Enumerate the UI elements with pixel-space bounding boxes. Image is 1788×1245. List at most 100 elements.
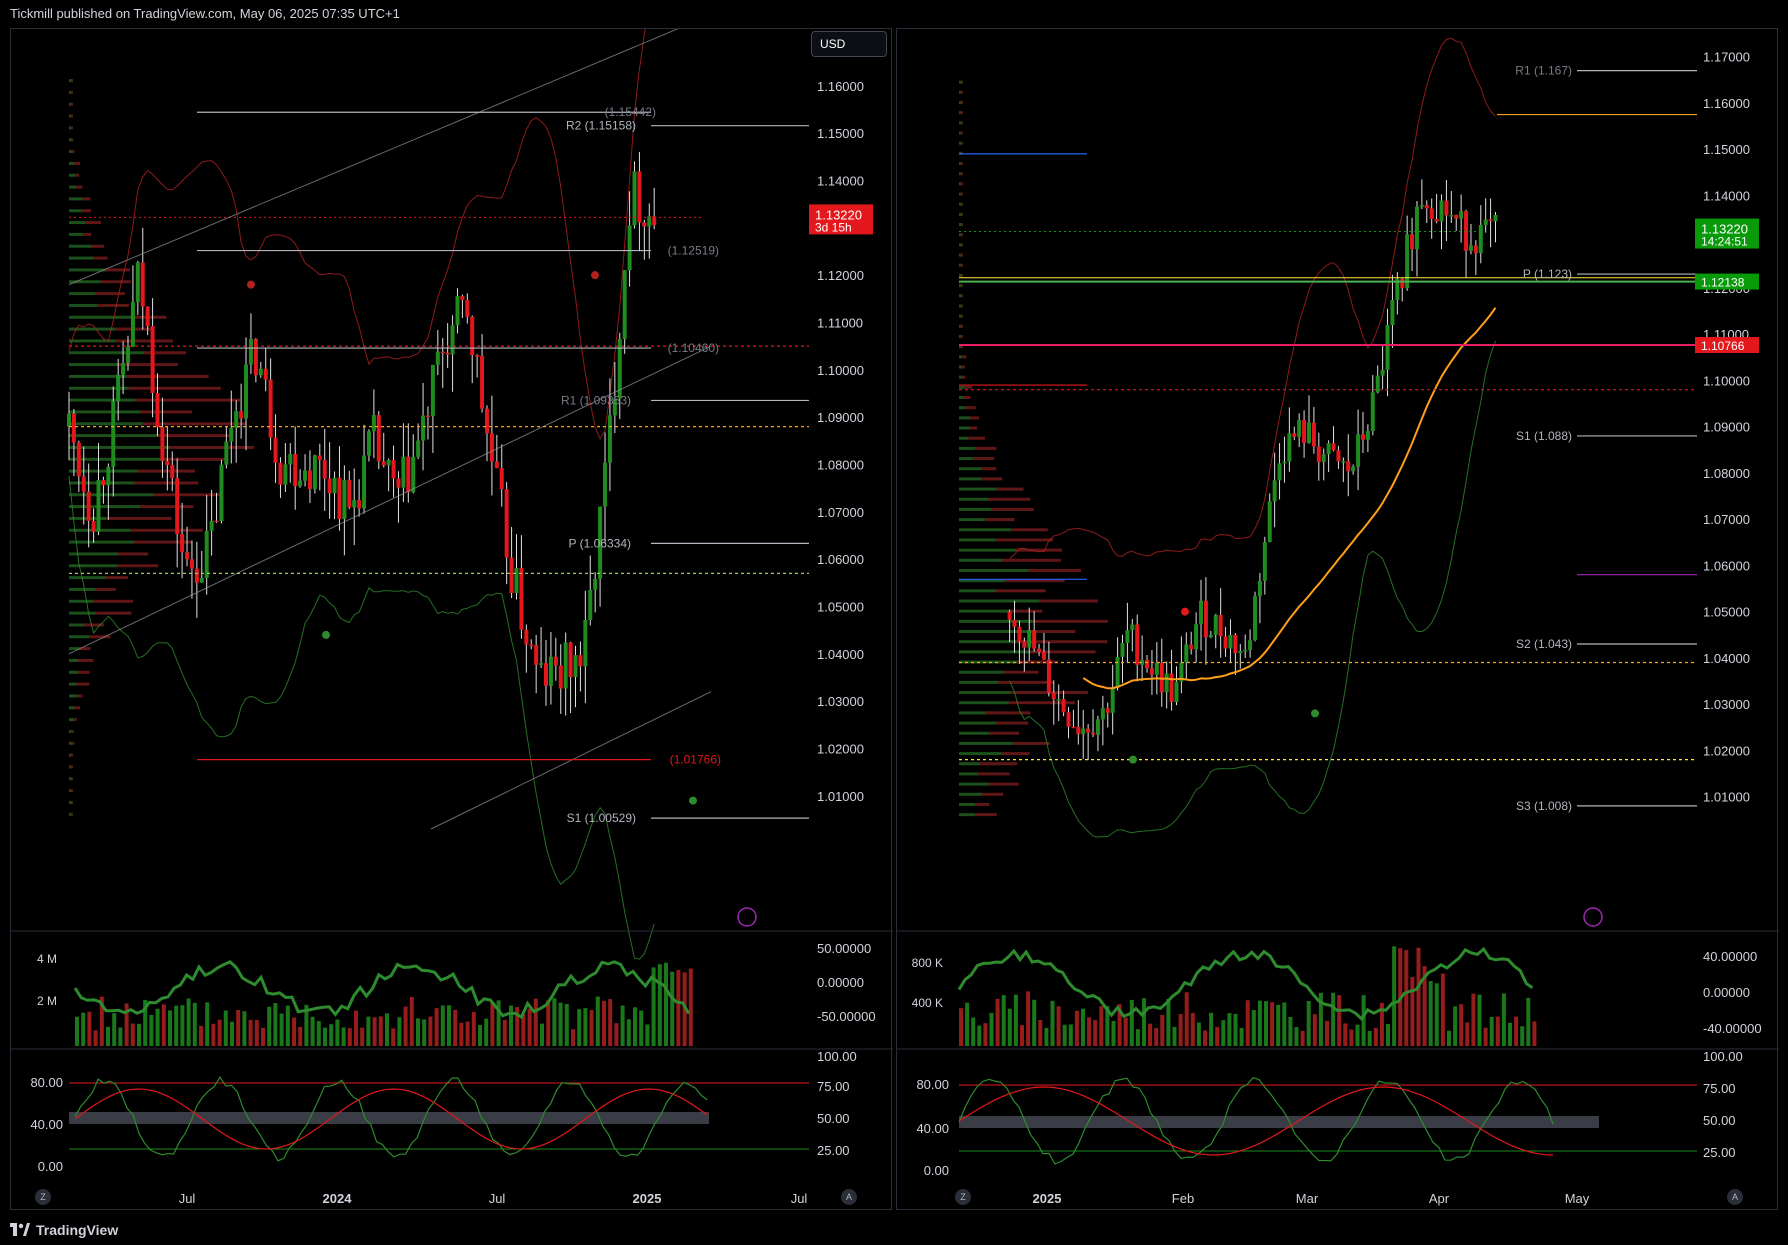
zoom-button[interactable]: Z bbox=[35, 1189, 51, 1205]
candle-body bbox=[293, 453, 298, 487]
candle-body bbox=[214, 520, 219, 523]
volume-profile-bar bbox=[69, 422, 143, 426]
price-tick-label: 1.04000 bbox=[1703, 651, 1750, 666]
candle-body bbox=[273, 437, 278, 463]
time-tick-label: Jul bbox=[489, 1191, 506, 1206]
volume-profile-bar bbox=[75, 173, 80, 177]
volume-bar bbox=[1312, 1014, 1317, 1046]
volume-profile-bar bbox=[959, 792, 982, 796]
candle-body bbox=[1419, 205, 1424, 207]
volume-bar bbox=[589, 1010, 594, 1046]
upper-band-line bbox=[1009, 37, 1496, 560]
volume-profile-bar bbox=[70, 90, 73, 94]
volume-bar bbox=[1074, 1010, 1079, 1046]
candle-body bbox=[1194, 624, 1199, 650]
volume-profile-bar bbox=[960, 263, 963, 267]
volume-bar bbox=[81, 1012, 86, 1046]
candle-body bbox=[1390, 299, 1395, 326]
right-chart-panel[interactable]: 1.170001.160001.150001.140001.130001.120… bbox=[896, 28, 1779, 1211]
level-label: R1 (1.167) bbox=[1515, 64, 1572, 78]
volume-profile-bar bbox=[959, 162, 961, 166]
volume-profile-bar bbox=[1039, 599, 1098, 603]
candle-body bbox=[386, 459, 391, 466]
volume-profile-bar bbox=[69, 351, 144, 355]
volume-profile-bar bbox=[961, 212, 963, 216]
candle-body bbox=[96, 479, 101, 532]
volume-profile-bar bbox=[69, 90, 71, 94]
candle-body bbox=[1478, 224, 1483, 254]
volume-profile-bar bbox=[998, 680, 1054, 684]
candle-body bbox=[135, 262, 140, 303]
volume-bar bbox=[571, 1029, 575, 1046]
candle-body bbox=[499, 468, 504, 490]
right-chart-canvas[interactable]: 1.170001.160001.150001.140001.130001.120… bbox=[897, 29, 1779, 1211]
tradingview-logo[interactable]: TradingView bbox=[10, 1215, 118, 1245]
price-tick-label: 1.05000 bbox=[1703, 605, 1750, 620]
volume-bar bbox=[366, 1016, 371, 1046]
left-chart-canvas[interactable]: 1.160001.150001.140001.130001.120001.110… bbox=[11, 29, 893, 1211]
volume-bar bbox=[1367, 1030, 1372, 1046]
volume-profile-bar bbox=[959, 80, 962, 84]
neutral-band bbox=[69, 1112, 709, 1124]
volume-profile-bar bbox=[960, 253, 963, 257]
volume-profile-bar bbox=[85, 221, 102, 225]
volume-bar bbox=[354, 1010, 358, 1046]
volume-bar bbox=[261, 1027, 265, 1046]
candle-body bbox=[303, 470, 308, 481]
price-tick-label: 1.02000 bbox=[817, 742, 864, 757]
volume-profile-bar bbox=[169, 445, 254, 449]
volume-bar bbox=[385, 1013, 389, 1046]
volume-profile-bar bbox=[73, 161, 80, 165]
price-tick-label: 1.04000 bbox=[817, 647, 864, 662]
volume-bar bbox=[676, 969, 681, 1046]
candle-body bbox=[1051, 692, 1056, 700]
volume-profile-bar bbox=[69, 161, 74, 165]
volume-bar bbox=[1215, 1026, 1220, 1046]
volume-profile-bar bbox=[959, 365, 962, 369]
volume-profile-bar bbox=[69, 552, 118, 556]
candle-body bbox=[268, 379, 273, 438]
volume-bar bbox=[205, 1002, 210, 1046]
volume-bar bbox=[1404, 950, 1409, 1046]
candle-body bbox=[593, 578, 598, 590]
volume-profile-bar bbox=[69, 102, 71, 106]
volume-profile-bar bbox=[78, 670, 90, 674]
volume-profile-bar bbox=[95, 292, 125, 296]
osc-tick-label: 50.00000 bbox=[817, 941, 871, 956]
volume-profile-bar bbox=[959, 640, 1017, 644]
auto-scale-button[interactable]: A bbox=[841, 1189, 857, 1205]
volume-bar bbox=[329, 1024, 334, 1046]
volume-profile-bar bbox=[959, 172, 961, 176]
volume-bar bbox=[416, 1018, 420, 1046]
auto-scale-button[interactable]: A bbox=[1727, 1189, 1743, 1205]
candle-body bbox=[578, 655, 583, 667]
volume-profile-bar bbox=[69, 765, 71, 769]
candle-body bbox=[1238, 651, 1243, 654]
left-chart-panel[interactable]: 1.160001.150001.140001.130001.120001.110… bbox=[10, 28, 893, 1211]
volume-bar bbox=[1276, 1004, 1281, 1046]
volume-profile-bar bbox=[1031, 630, 1076, 634]
time-tick-label: Apr bbox=[1429, 1191, 1450, 1206]
volume-bar bbox=[552, 998, 557, 1046]
volume-profile-bar bbox=[118, 363, 179, 367]
volume-profile-bar bbox=[995, 538, 1053, 542]
currency-selector[interactable]: USD bbox=[811, 31, 887, 57]
volume-profile-bar bbox=[960, 111, 963, 115]
volume-profile-bar bbox=[1002, 558, 1061, 562]
candle-body bbox=[1105, 708, 1110, 713]
volume-profile-bar bbox=[69, 718, 74, 722]
stoch-tick-label: 50.00 bbox=[817, 1111, 850, 1126]
candle-body bbox=[534, 645, 539, 665]
volume-profile-bar bbox=[959, 212, 962, 216]
candle-body bbox=[1267, 501, 1272, 543]
volume-bar bbox=[1434, 983, 1439, 1046]
candle-body bbox=[366, 431, 371, 456]
zoom-button[interactable]: Z bbox=[955, 1189, 971, 1205]
volume-profile-bar bbox=[69, 800, 72, 804]
volume-bar bbox=[1337, 995, 1342, 1046]
volume-profile-bar bbox=[164, 457, 229, 461]
volume-profile-bar bbox=[959, 589, 997, 593]
volume-profile-bar bbox=[69, 197, 83, 201]
candle-body bbox=[1336, 450, 1341, 462]
candle-body bbox=[622, 270, 627, 340]
